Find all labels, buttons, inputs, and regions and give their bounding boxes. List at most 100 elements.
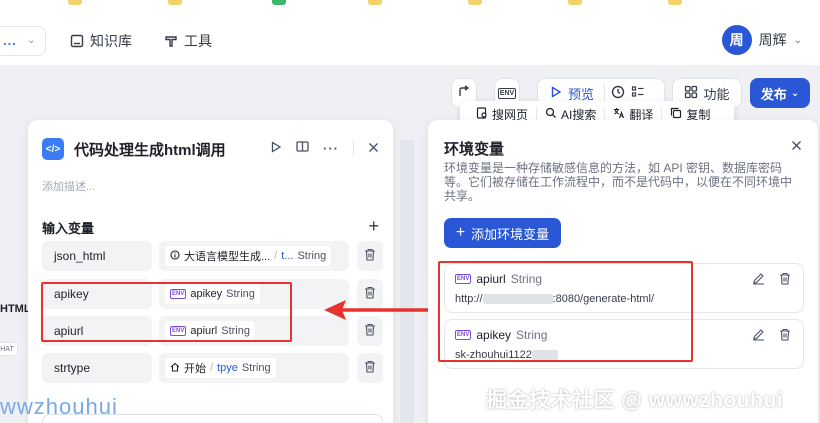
edit-icon[interactable]	[752, 328, 765, 344]
source-field: t...	[281, 250, 294, 262]
more-icon[interactable]: ···	[323, 141, 339, 156]
variable-type: String	[226, 288, 255, 300]
history-icon[interactable]	[611, 85, 625, 102]
env-panel-title: 环境变量	[444, 141, 505, 158]
user-name: 周辉	[758, 32, 787, 48]
variable-value-selector[interactable]: 大语言模型生成... / t... String	[159, 241, 349, 271]
path-separator: /	[210, 362, 214, 374]
play-icon	[550, 85, 562, 101]
env-variable-header: ENV apikey String	[455, 328, 547, 342]
variable-type: String	[221, 325, 250, 337]
variable-reference: 开始 / tpye String	[165, 358, 276, 378]
info-icon	[170, 249, 180, 263]
checklist-icon[interactable]	[631, 85, 645, 102]
env-variable-name: apiurl	[476, 272, 506, 286]
path-separator: /	[274, 250, 278, 262]
env-variable-card: ENV apikey String sk-zhouhui1122	[444, 319, 804, 369]
user-menu[interactable]: 周 周辉 ⌄	[721, 25, 802, 55]
watermark-right: 掘金技术社区 @ wwwzhouhui	[486, 389, 784, 412]
variable-name-field[interactable]: json_html	[42, 241, 152, 271]
env-variable-value: http:// :8080/generate-html/	[455, 293, 654, 305]
description-input[interactable]: 添加描述...	[42, 178, 95, 194]
nav-knowledge-base[interactable]: 知识库	[70, 31, 132, 51]
variable-name-field[interactable]: apiurl	[42, 316, 152, 346]
trash-icon[interactable]	[779, 328, 791, 344]
strip-marker	[272, 0, 286, 5]
run-icon[interactable]	[270, 140, 282, 156]
env-icon: ENV	[497, 87, 517, 99]
preview-button[interactable]: 预览	[568, 84, 594, 103]
canvas-chip-fragment: HAT	[0, 342, 18, 356]
nav-tools-label: 工具	[184, 33, 212, 49]
chevron-down-icon: ⌄	[793, 34, 802, 46]
env-icon: ENV	[455, 274, 472, 284]
node-header: </> 代码处理生成html调用	[42, 138, 226, 160]
share-icon	[457, 84, 471, 102]
add-variable-button[interactable]: +	[368, 216, 379, 237]
env-variable-type: String	[516, 328, 548, 342]
top-strip	[0, 0, 820, 14]
close-icon[interactable]	[368, 141, 379, 156]
source-node: 开始	[184, 363, 206, 375]
env-variable-actions	[752, 272, 791, 288]
source-field: apiurl	[190, 325, 218, 337]
publish-button[interactable]: 发布 ⌄	[750, 78, 810, 108]
book-icon	[70, 34, 84, 48]
nav-tools[interactable]: 工具	[164, 31, 212, 51]
code-icon: </>	[42, 138, 64, 160]
divider	[353, 140, 354, 156]
panel-scrollbar[interactable]	[400, 140, 414, 423]
variable-name-field[interactable]: apikey	[42, 279, 152, 309]
home-icon	[170, 362, 180, 375]
variable-reference: ENV apikey String	[165, 284, 260, 304]
input-variables-title: 输入变量	[42, 221, 95, 236]
quick-ai-search[interactable]: AI搜索	[537, 107, 606, 122]
variable-type: String	[241, 362, 271, 374]
quick-translate[interactable]: 翻译	[605, 107, 663, 122]
source-node: 大语言模型生成...	[184, 251, 271, 263]
trash-icon	[364, 248, 376, 264]
variable-reference: ENV apiurl String	[165, 321, 255, 341]
node-actions: ···	[270, 140, 379, 156]
close-icon[interactable]	[791, 138, 802, 155]
plus-icon: +	[455, 224, 466, 241]
edit-icon[interactable]	[752, 272, 765, 288]
strip-marker	[368, 0, 382, 5]
tool-icon	[164, 34, 178, 48]
chevron-down-icon: ⌄	[790, 87, 800, 99]
input-variable-row: strtype 开始 / tpye String	[42, 353, 383, 383]
features-icon	[684, 85, 698, 102]
features-label: 功能	[703, 86, 730, 102]
node-title[interactable]: 代码处理生成html调用	[74, 139, 226, 160]
publish-label: 发布	[760, 86, 787, 102]
variable-reference: 大语言模型生成... / t... String	[165, 246, 332, 266]
quick-copy[interactable]: 复制	[662, 107, 718, 122]
strip-marker	[68, 0, 82, 5]
delete-variable-button[interactable]	[357, 353, 383, 383]
env-value-prefix: http://	[455, 293, 483, 305]
trash-icon	[364, 360, 376, 376]
source-field: tpye	[217, 362, 238, 374]
env-variable-type: String	[510, 272, 543, 286]
variable-name-field[interactable]: strtype	[42, 353, 152, 383]
env-panel-description: 环境变量是一种存储敏感信息的方法，如 API 密钥、数据库密码等。它们被存储在工…	[444, 161, 793, 203]
trash-icon[interactable]	[779, 272, 791, 288]
env-variable-actions	[752, 328, 791, 344]
env-variable-value: sk-zhouhui1122	[455, 349, 558, 361]
add-env-variable-button[interactable]: + 添加环境变量	[444, 218, 561, 248]
variable-value-selector[interactable]: 开始 / tpye String	[159, 353, 349, 383]
redacted-text	[531, 350, 558, 361]
input-variable-row: json_html 大语言模型生成... / t... String	[42, 241, 383, 271]
quick-search-web[interactable]: 搜网页	[468, 106, 538, 122]
strip-marker	[468, 0, 482, 5]
book-open-icon[interactable]	[296, 140, 309, 156]
chevron-down-icon: ⌄	[27, 35, 36, 46]
env-icon: ENV	[170, 326, 187, 336]
env-icon: ENV	[170, 289, 187, 299]
env-value-prefix: sk-zhouhui1122	[455, 349, 532, 361]
delete-variable-button[interactable]	[357, 241, 383, 271]
variable-type: String	[297, 250, 327, 262]
workspace-selector[interactable]: ... ⌄	[0, 26, 46, 56]
env-value-suffix: :8080/generate-html/	[552, 293, 655, 305]
app-header: ... ⌄ 知识库 工具 周 周辉 ⌄	[0, 14, 820, 66]
